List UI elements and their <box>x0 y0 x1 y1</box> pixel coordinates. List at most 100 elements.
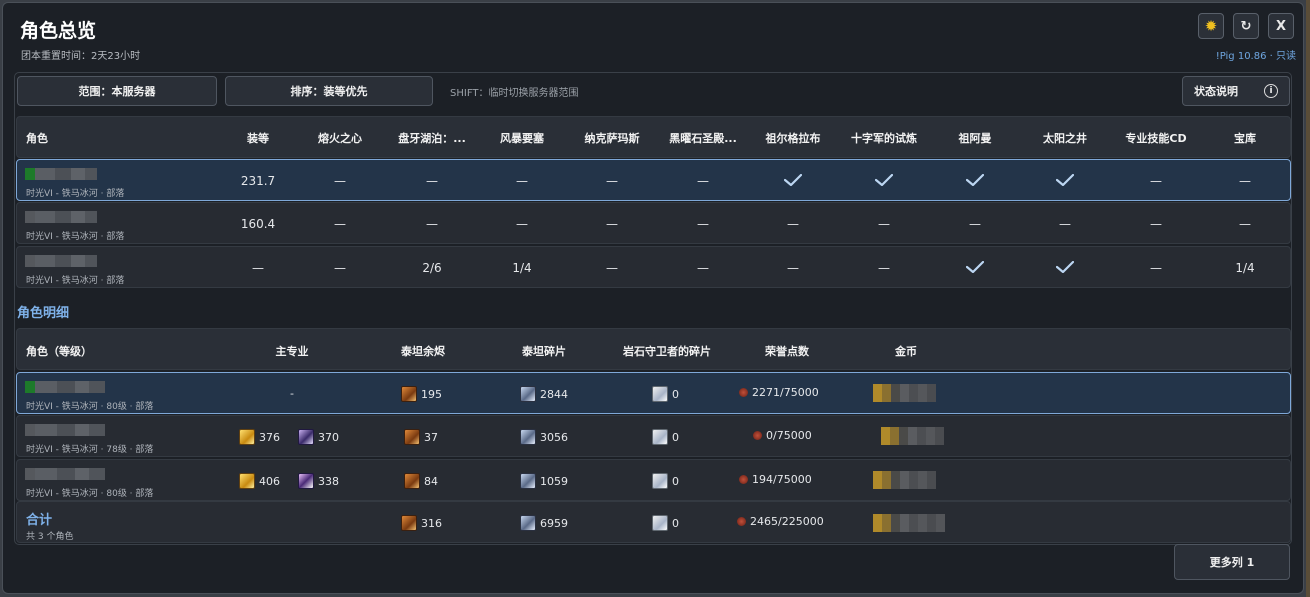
stone-shard-icon <box>652 429 668 445</box>
progress-value: — <box>426 174 438 188</box>
progress-value: — <box>787 217 799 231</box>
more-columns-label: 更多列 1 <box>1209 556 1255 569</box>
col-header[interactable]: 金币 <box>895 343 917 359</box>
check-icon <box>875 174 893 186</box>
total-row: 合计 共 3 个角色 316 6959 0 2465/225000 <box>16 501 1291 543</box>
progress-value: — <box>606 174 618 188</box>
col-header[interactable]: 黑曜石圣殿... <box>669 130 737 146</box>
stone-shard-icon <box>652 473 668 489</box>
sort-button[interactable]: 排序：装等优先 <box>225 76 433 106</box>
titan-ember-icon <box>401 515 417 531</box>
detail-row[interactable]: 时光VI - 铁马冰河 · 80级 · 部落 - 195 2844 0 2271/7500… <box>16 372 1291 414</box>
scope-button[interactable]: 范围：本服务器 <box>17 76 217 106</box>
col-header[interactable]: 熔火之心 <box>318 130 362 146</box>
total-gold-blurred <box>873 514 945 532</box>
close-button[interactable]: X <box>1268 13 1294 39</box>
honor-icon <box>739 475 748 484</box>
settings-button[interactable]: ✹ <box>1198 13 1224 39</box>
col-header[interactable]: 祖阿曼 <box>959 130 992 146</box>
profession-2: 338 <box>298 473 339 489</box>
stone-shard-value: 0 <box>652 386 679 402</box>
honor-value: 2271/75000 <box>739 386 819 399</box>
progress-value: — <box>878 217 890 231</box>
details-header: 角色（等级） 主专业 泰坦余烬 泰坦碎片 岩石守卫者的碎片 荣誉点数 金币 <box>16 328 1291 370</box>
progress-value: — <box>516 217 528 231</box>
progress-value: — <box>1059 217 1071 231</box>
overview-row[interactable]: 时光VI - 铁马冰河 · 部落 231.7 — — — — — — — <box>16 159 1291 201</box>
col-header: 角色 <box>26 132 48 145</box>
titan-shard-icon <box>520 473 536 489</box>
background-strip <box>1306 0 1310 597</box>
titan-shard-icon <box>520 386 536 402</box>
col-header[interactable]: 宝库 <box>1234 130 1256 146</box>
progress-value: — <box>1150 261 1162 275</box>
col-header[interactable]: 泰坦碎片 <box>522 343 566 359</box>
check-icon <box>1056 174 1074 186</box>
progress-value: — <box>334 261 346 275</box>
col-header[interactable]: 十字军的试炼 <box>851 130 917 146</box>
titan-ember-icon <box>401 386 417 402</box>
overview-row[interactable]: 时光VI - 铁马冰河 · 部落 160.4 — — — — — — — — — — — <box>16 202 1291 244</box>
progress-value: — <box>426 217 438 231</box>
titan-ember-icon <box>404 429 420 445</box>
character-sub: 时光VI - 铁马冰河 · 78级 · 部落 <box>26 445 154 455</box>
titan-shard-value: 3056 <box>520 429 568 445</box>
profession-icon <box>298 429 314 445</box>
character-name-blurred <box>25 424 105 436</box>
more-columns-button[interactable]: 更多列 1 <box>1174 544 1290 580</box>
col-header[interactable]: 泰坦余烬 <box>401 343 445 359</box>
character-sub: 时光VI - 铁马冰河 · 部落 <box>26 189 125 199</box>
refresh-icon: ↻ <box>1240 18 1252 34</box>
col-header[interactable]: 风暴要塞 <box>500 130 544 146</box>
progress-value: 2/6 <box>422 261 442 275</box>
progress-value: 1/4 <box>1235 261 1255 275</box>
details-section-title: 角色明细 <box>17 306 70 321</box>
mining-icon <box>239 473 255 489</box>
check-icon <box>784 174 802 186</box>
progress-value: — <box>697 217 709 231</box>
total-stone: 0 <box>652 515 679 531</box>
scope-label: 范围：本服务器 <box>78 85 156 98</box>
total-sub: 共 3 个角色 <box>26 532 74 542</box>
character-sub: 时光VI - 铁马冰河 · 部落 <box>26 276 125 286</box>
ilvl-value: 231.7 <box>240 174 276 188</box>
check-icon <box>1056 261 1074 273</box>
progress-value: — <box>334 174 346 188</box>
overview-row[interactable]: 时光VI - 铁马冰河 · 部落 — — 2/6 1/4 — — — — — 1/4 <box>16 246 1291 288</box>
detail-row[interactable]: 时光VI - 铁马冰河 · 80级 · 部落 406 338 84 1059 0 194/7… <box>16 459 1291 501</box>
character-name-blurred <box>25 211 97 223</box>
detail-row[interactable]: 时光VI - 铁马冰河 · 78级 · 部落 376 370 37 3056 0 0/750… <box>16 415 1291 457</box>
col-header[interactable]: 荣誉点数 <box>765 343 809 359</box>
honor-icon <box>739 388 748 397</box>
mining-icon <box>239 429 255 445</box>
total-label: 合计 <box>26 513 53 528</box>
character-name-blurred <box>25 381 105 393</box>
col-header[interactable]: 纳克萨玛斯 <box>585 130 640 146</box>
profession-icon <box>298 473 314 489</box>
refresh-button[interactable]: ↻ <box>1233 13 1259 39</box>
character-sub: 时光VI - 铁马冰河 · 80级 · 部落 <box>26 402 154 412</box>
titan-ember-value: 195 <box>401 386 442 402</box>
character-name-blurred <box>25 168 97 180</box>
total-honor: 2465/225000 <box>737 515 824 528</box>
progress-value: — <box>606 217 618 231</box>
stone-shard-value: 0 <box>652 429 679 445</box>
stone-shard-value: 0 <box>652 473 679 489</box>
col-header[interactable]: 岩石守卫者的碎片 <box>623 343 711 359</box>
col-header[interactable]: 祖尔格拉布 <box>766 130 821 146</box>
info-icon: i <box>1264 84 1278 98</box>
character-name-blurred <box>25 255 97 267</box>
titan-shard-value: 2844 <box>520 386 568 402</box>
progress-value: — <box>697 261 709 275</box>
col-header[interactable]: 太阳之井 <box>1043 130 1087 146</box>
col-header[interactable]: 盘牙湖泊：... <box>398 130 466 146</box>
status-help-button[interactable]: 状态说明 i <box>1182 76 1290 106</box>
progress-value: — <box>787 261 799 275</box>
col-header[interactable]: 专业技能CD <box>1125 130 1186 146</box>
gold-value-blurred <box>873 384 936 402</box>
col-header[interactable]: 装等 <box>247 130 269 146</box>
check-icon <box>966 261 984 273</box>
reset-time: 团本重置时间：2天23小时 <box>21 51 141 62</box>
window-title: 角色总览 <box>20 20 97 42</box>
col-header[interactable]: 主专业 <box>276 343 309 359</box>
